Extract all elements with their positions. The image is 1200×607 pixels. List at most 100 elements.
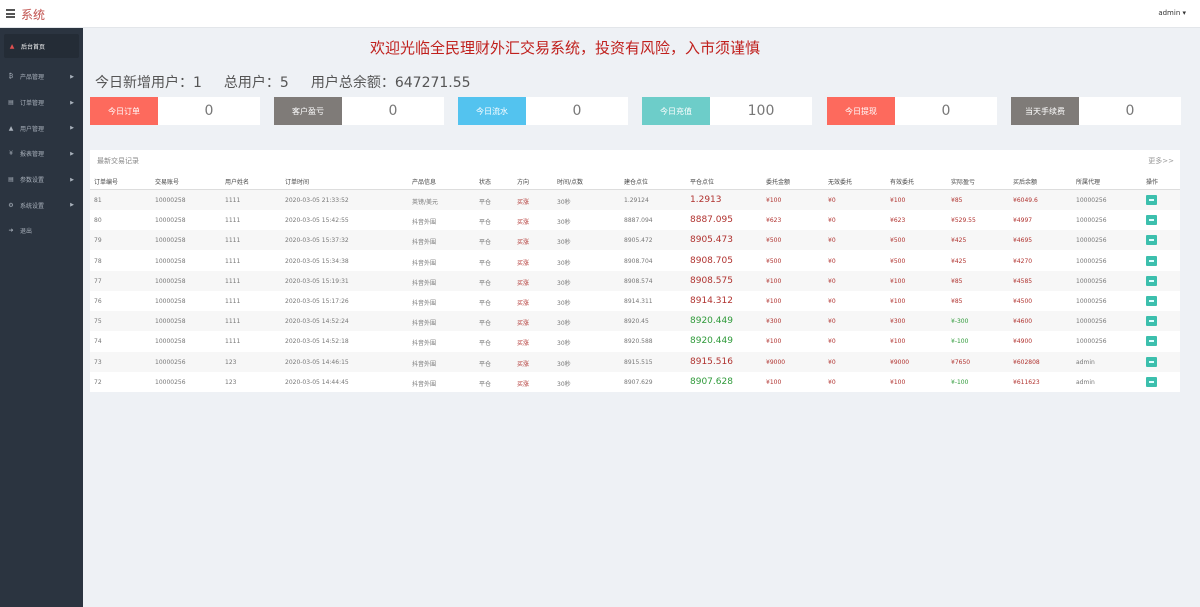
cell-状态: 平仓 xyxy=(479,379,491,388)
sidebar-item-label: 系统设置 xyxy=(20,201,44,210)
edit-button[interactable] xyxy=(1146,377,1157,387)
edit-button[interactable] xyxy=(1146,235,1157,245)
cell-无效委托: ¥0 xyxy=(828,258,836,265)
cell-交易账号: 10000256 xyxy=(155,379,186,386)
edit-button[interactable] xyxy=(1146,296,1157,306)
copy-icon: ▤ xyxy=(7,99,15,106)
stat-card: 今日订单0 xyxy=(90,97,260,125)
sidebar-item-3[interactable]: ▲用户管理▶ xyxy=(0,115,83,141)
column-header: 交易账号 xyxy=(155,177,179,186)
cell-买后余额: ¥4585 xyxy=(1013,278,1032,285)
user-menu[interactable]: admin ▾ xyxy=(1158,9,1186,17)
column-header: 产品信息 xyxy=(412,177,436,186)
stat-card: 今日充值100 xyxy=(642,97,812,125)
column-header: 用户姓名 xyxy=(225,177,249,186)
cell-买后余额: ¥4270 xyxy=(1013,258,1032,265)
sidebar-item-1[interactable]: ₿产品管理▶ xyxy=(0,64,83,90)
cell-时间/点数: 30秒 xyxy=(557,278,571,287)
cell-无效委托: ¥0 xyxy=(828,197,836,204)
label-line: 当天 xyxy=(1025,107,1041,116)
sidebar-item-2[interactable]: ▤订单管理▶ xyxy=(0,90,83,116)
sidebar-item-5[interactable]: ▤ 参数设置 ▶ xyxy=(0,167,83,193)
sidebar-item-4[interactable]: ¥报表管理▶ xyxy=(0,141,83,167)
cell-有效委托: ¥623 xyxy=(890,217,905,224)
cell-订单编号: 74 xyxy=(94,338,102,345)
column-header: 有效委托 xyxy=(890,177,914,186)
cell-状态: 平仓 xyxy=(479,237,491,246)
edit-button[interactable] xyxy=(1146,316,1157,326)
cell-用户姓名: 1111 xyxy=(225,197,240,204)
cell-方向: 买涨 xyxy=(517,359,529,368)
cell-用户姓名: 123 xyxy=(225,379,236,386)
edit-button[interactable] xyxy=(1146,336,1157,346)
cell-方向: 买涨 xyxy=(517,258,529,267)
cell-订单编号: 80 xyxy=(94,217,102,224)
cell-所属代理: 10000256 xyxy=(1076,298,1107,305)
label-line: 客户 xyxy=(292,107,308,116)
edit-button[interactable] xyxy=(1146,256,1157,266)
edit-button[interactable] xyxy=(1146,276,1157,286)
cell-订单时间: 2020-03-05 21:33:52 xyxy=(285,197,349,204)
cell-用户姓名: 123 xyxy=(225,359,236,366)
cell-用户姓名: 1111 xyxy=(225,237,240,244)
cell-产品信息: 抖音外围 xyxy=(412,318,436,327)
chevron-right-icon: ▶ xyxy=(70,177,74,183)
dashboard-icon: ▲ xyxy=(8,43,16,50)
cell-所属代理: 10000256 xyxy=(1076,197,1107,204)
cell-产品信息: 抖音外围 xyxy=(412,379,436,388)
copy-icon: ▤ xyxy=(7,176,15,183)
cell-实际盈亏: ¥-100 xyxy=(951,338,968,345)
cell-时间/点数: 30秒 xyxy=(557,298,571,307)
chevron-right-icon: ▶ xyxy=(70,202,74,208)
stat-card: 客户盈亏0 xyxy=(274,97,444,125)
cell-状态: 平仓 xyxy=(479,338,491,347)
edit-button[interactable] xyxy=(1146,357,1157,367)
cell-用户姓名: 1111 xyxy=(225,278,240,285)
cell-用户姓名: 1111 xyxy=(225,318,240,325)
cell-方向: 买涨 xyxy=(517,338,529,347)
welcome-banner: 欢迎光临全民理财外汇交易系统，投资有风险，入市须谨慎 xyxy=(370,37,760,58)
cell-用户姓名: 1111 xyxy=(225,338,240,345)
cell-实际盈亏: ¥85 xyxy=(951,197,962,204)
stat-card-value: 0 xyxy=(342,97,444,125)
cell-订单编号: 76 xyxy=(94,298,102,305)
cell-交易账号: 10000258 xyxy=(155,318,186,325)
chevron-right-icon: ▶ xyxy=(70,74,74,80)
cell-订单编号: 73 xyxy=(94,359,102,366)
edit-button[interactable] xyxy=(1146,215,1157,225)
sidebar-item-7[interactable]: ➜退出 xyxy=(0,218,83,244)
cell-用户姓名: 1111 xyxy=(225,258,240,265)
table-row: 72100002561232020-03-05 14:44:45抖音外围平仓买涨… xyxy=(90,372,1180,392)
cell-无效委托: ¥0 xyxy=(828,359,836,366)
column-header: 无效委托 xyxy=(828,177,852,186)
edit-button[interactable] xyxy=(1146,195,1157,205)
hamburger-menu-icon[interactable] xyxy=(6,9,15,18)
stat-card-label: 今日流水 xyxy=(458,97,526,125)
cell-委托金额: ¥100 xyxy=(766,338,781,345)
sidebar-item-label: 参数设置 xyxy=(20,175,44,184)
chevron-right-icon: ▶ xyxy=(70,100,74,106)
more-link[interactable]: 更多>> xyxy=(1148,156,1174,166)
cell-建仓点位: 8920.588 xyxy=(624,338,653,345)
sidebar-item-6[interactable]: ⚙系统设置▶ xyxy=(0,192,83,218)
stat-card-value: 0 xyxy=(526,97,628,125)
table-row: 781000025811112020-03-05 15:34:38抖音外围平仓买… xyxy=(90,251,1180,271)
cell-交易账号: 10000258 xyxy=(155,258,186,265)
sidebar-item-label: 用户管理 xyxy=(20,124,44,133)
sidebar-item-0[interactable]: ▲后台首页 xyxy=(4,34,79,58)
cell-时间/点数: 30秒 xyxy=(557,379,571,388)
cell-有效委托: ¥100 xyxy=(890,298,905,305)
cell-买后余额: ¥6049.6 xyxy=(1013,197,1038,204)
stat-card-label: 今日提现 xyxy=(827,97,895,125)
cell-方向: 买涨 xyxy=(517,237,529,246)
stat-card: 今日提现0 xyxy=(827,97,997,125)
cell-订单时间: 2020-03-05 15:34:38 xyxy=(285,258,349,265)
cell-订单时间: 2020-03-05 15:42:55 xyxy=(285,217,349,224)
bitcoin-icon: ₿ xyxy=(7,73,15,80)
cell-所属代理: 10000256 xyxy=(1076,237,1107,244)
cell-时间/点数: 30秒 xyxy=(557,359,571,368)
column-header: 方向 xyxy=(517,177,529,186)
column-header: 平仓点位 xyxy=(690,177,714,186)
stat-card-value: 100 xyxy=(710,97,812,125)
cell-建仓点位: 8920.45 xyxy=(624,318,649,325)
